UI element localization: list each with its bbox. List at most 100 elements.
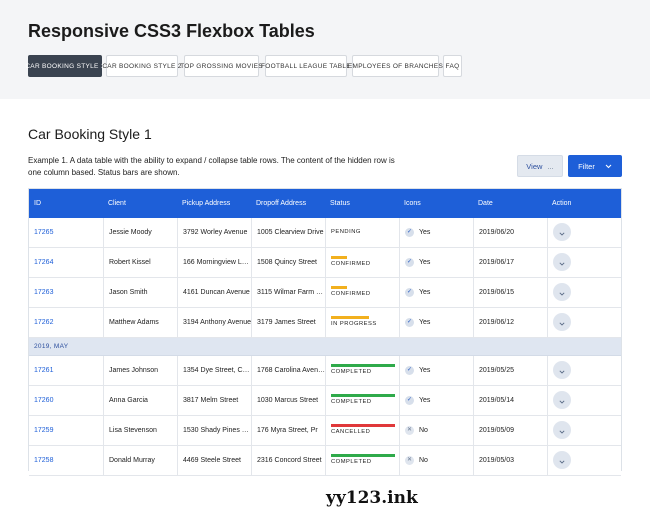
status-cell: COMPLETED [325,386,399,415]
icons-cell: ✓ Yes [399,248,473,277]
chevron-down-icon [559,361,565,379]
expand-row-button[interactable] [553,361,571,379]
column-header-pickup[interactable]: Pickup Address [177,189,251,218]
status-cell: IN PROGRESS [325,308,399,337]
status-badge: CONFIRMED [331,261,371,267]
icons-cell: ✓ Yes [399,278,473,307]
action-cell [547,218,621,247]
expand-row-button[interactable] [553,391,571,409]
column-header-action: Action [552,200,572,207]
dropoff-address: 1005 Clearview Drive [251,218,325,247]
group-label: 2019, MAY [34,343,69,350]
tab-faq[interactable]: FAQ [443,55,462,77]
column-header-id[interactable]: ID [29,189,103,218]
tab-top-grossing-movies[interactable]: TOP GROSSING MOVIES [180,55,263,77]
column-header-dropoff[interactable]: Dropoff Address [251,189,325,218]
section-title: Car Booking Style 1 [28,126,152,142]
booking-date: 2019/06/15 [473,278,547,307]
expand-row-button[interactable] [553,451,571,469]
status-badge: CANCELLED [331,429,371,435]
icon-value-label: No [419,457,428,464]
pickup-address: 4469 Steele Street [177,446,251,475]
column-header-icons[interactable]: Icons [399,189,473,218]
dropoff-address: 3115 Wilmar Farm Road [251,278,325,307]
action-cell [547,356,621,385]
booking-id-link[interactable]: 17259 [29,416,103,445]
table-row[interactable]: 17262 Matthew Adams 3194 Anthony Avenue 317… [29,308,621,338]
pickup-address: 166 Morningview Lane [177,248,251,277]
status-badge: COMPLETED [331,399,372,405]
table-row[interactable]: 17260 Anna Garcia 3817 Melm Street 1030 Mar… [29,386,621,416]
client-name: Donald Murray [103,446,177,475]
tab-employees-of-branches[interactable]: EMPLOYEES OF BRANCHES [348,55,443,77]
status-cell: COMPLETED [325,356,399,385]
table-row[interactable]: 17263 Jason Smith 4161 Duncan Avenue 3115 W… [29,278,621,308]
status-cell: COMPLETED [325,446,399,475]
bookings-table: ID Client Pickup Address Dropoff Address… [28,188,622,476]
tab-car-booking-style-1[interactable]: CAR BOOKING STYLE 1 [25,55,104,77]
icon-value-label: Yes [419,397,431,404]
icons-cell: ✓ Yes [399,386,473,415]
action-cell [547,248,621,277]
filter-button[interactable]: Filter [568,155,622,177]
icons-cell: ✕ No [399,416,473,445]
booking-id-link[interactable]: 17258 [29,446,103,475]
chevron-down-icon [559,313,565,331]
booking-id-link[interactable]: 17265 [29,218,103,247]
client-name: James Johnson [103,356,177,385]
expand-row-button[interactable] [553,223,571,241]
booking-date: 2019/06/20 [473,218,547,247]
filter-button-label: Filter [578,161,595,171]
view-button[interactable]: View ... [517,155,563,177]
table-row[interactable]: 17264 Robert Kissel 166 Morningview Lane 15… [29,248,621,278]
column-header-status[interactable]: Status [325,189,399,218]
booking-id-link[interactable]: 17260 [29,386,103,415]
status-cell: PENDING [325,218,399,247]
expand-row-button[interactable] [553,313,571,331]
column-header-client[interactable]: Client [103,189,177,218]
status-progress-bar [331,316,369,319]
check-icon: ✓ [405,318,414,327]
icons-cell: ✓ Yes [399,218,473,247]
booking-date: 2019/06/17 [473,248,547,277]
column-header-date[interactable]: Date [473,189,547,218]
expand-row-button[interactable] [553,283,571,301]
check-icon: ✓ [405,258,414,267]
icon-value-label: No [419,427,428,434]
close-icon: ✕ [405,456,414,465]
table-row[interactable]: 17259 Lisa Stevenson 1530 Shady Pines Driv… [29,416,621,446]
table-row[interactable]: 17265 Jessie Moody 3792 Worley Avenue 1005 … [29,218,621,248]
action-cell [547,386,621,415]
chevron-down-icon [605,162,612,171]
close-icon: ✕ [405,426,414,435]
table-row[interactable]: 17261James Johnson1354 Dye Street, Chand… [29,356,621,386]
status-cell: CANCELLED [325,416,399,445]
action-cell [547,446,621,475]
booking-id-link[interactable]: 17264 [29,248,103,277]
dropoff-address: 176 Myra Street, Pr [251,416,325,445]
client-name: Jessie Moody [103,218,177,247]
expand-row-button[interactable] [553,253,571,271]
status-progress-bar [331,424,395,427]
expand-row-button[interactable] [553,421,571,439]
chevron-down-icon [559,283,565,301]
dropoff-address: 1768 Carolina Avenue [251,356,325,385]
booking-id-link[interactable]: 17263 [29,278,103,307]
pickup-address: 1530 Shady Pines Drive [177,416,251,445]
booking-id-link[interactable]: 17262 [29,308,103,337]
booking-id-link[interactable]: 17261 [29,356,103,385]
tab-car-booking-style-2[interactable]: CAR BOOKING STYLE 2 [102,55,181,77]
check-icon: ✓ [405,396,414,405]
tab-football-league-table[interactable]: FOOTBALL LEAGUE TABLE [261,55,351,77]
check-icon: ✓ [405,228,414,237]
chevron-down-icon [559,223,565,241]
dropoff-address: 1508 Quincy Street [251,248,325,277]
icons-cell: ✓ Yes [399,356,473,385]
pickup-address: 3792 Worley Avenue [177,218,251,247]
table-row[interactable]: 17258 Donald Murray 4469 Steele Street 2316… [29,446,621,476]
pickup-address: 3817 Melm Street [177,386,251,415]
table-header: ID Client Pickup Address Dropoff Address… [29,189,621,218]
action-cell [547,278,621,307]
client-name: Jason Smith [103,278,177,307]
icons-cell: ✕ No [399,446,473,475]
